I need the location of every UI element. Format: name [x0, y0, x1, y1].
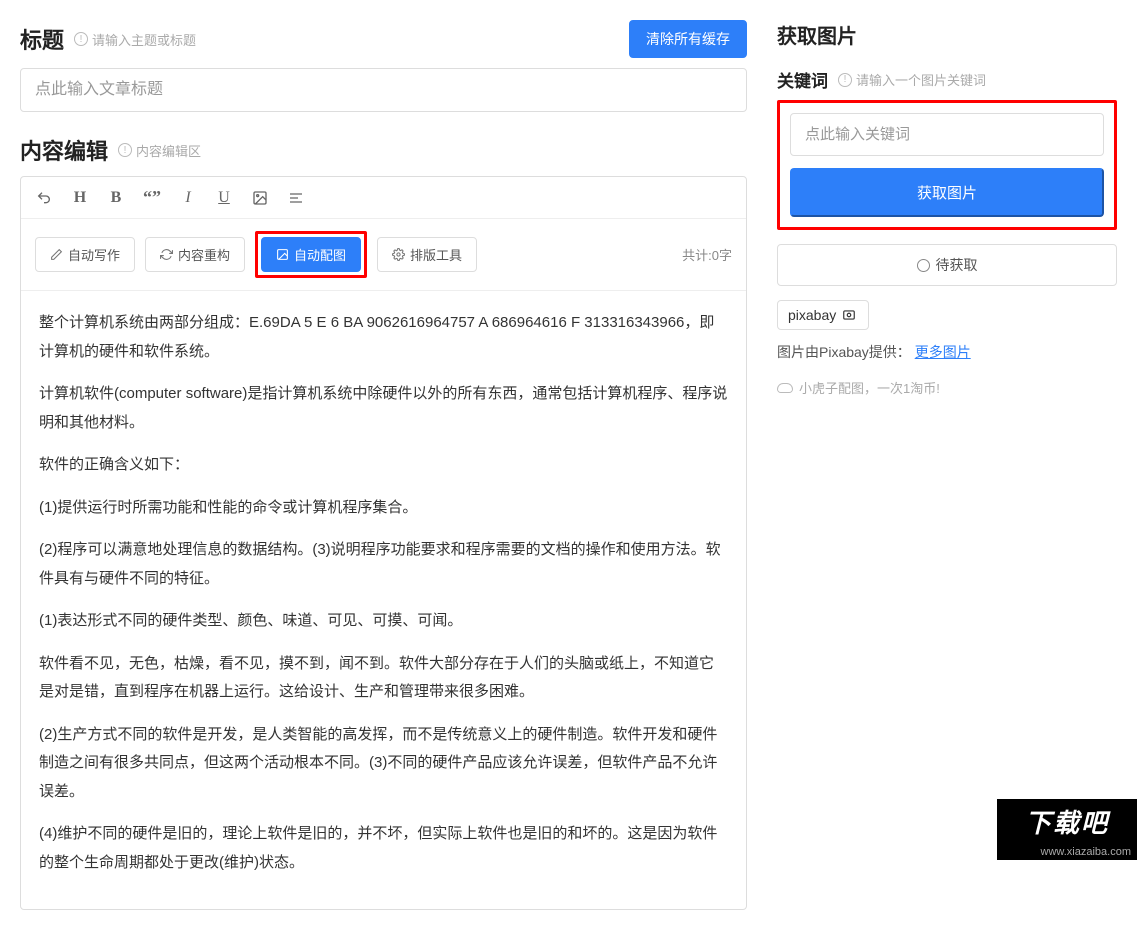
highlight-auto-image: 自动配图	[255, 231, 367, 278]
content-label: 内容编辑	[20, 134, 108, 166]
undo-icon[interactable]	[35, 190, 53, 206]
paragraph: (1)提供运行时所需功能和性能的命令或计算机程序集合。	[39, 494, 728, 523]
paragraph: 计算机软件(computer software)是指计算机系统中除硬件以外的所有…	[39, 380, 728, 437]
get-image-button[interactable]: 获取图片	[790, 168, 1104, 217]
main-column: 标题 ! 请输入主题或标题 清除所有缓存 内容编辑 ! 内容编辑区	[20, 20, 747, 910]
paragraph: (2)程序可以满意地处理信息的数据结构。(3)说明程序功能要求和程序需要的文档的…	[39, 536, 728, 593]
action-toolbar: 自动写作 内容重构 自动配图 排版工具 共计:0字	[21, 219, 746, 291]
bold-icon[interactable]: B	[107, 189, 125, 207]
align-icon[interactable]	[287, 190, 305, 206]
get-image-title: 获取图片	[777, 20, 857, 49]
paragraph: (4)维护不同的硬件是旧的，理论上软件是旧的，并不坏，但实际上软件也是旧的和坏的…	[39, 820, 728, 877]
info-icon: !	[118, 143, 132, 157]
format-toolbar: H B “” I U	[21, 177, 746, 219]
title-input[interactable]	[20, 68, 747, 112]
title-header: 标题 ! 请输入主题或标题 清除所有缓存	[20, 20, 747, 58]
content-header: 内容编辑 ! 内容编辑区	[20, 134, 747, 166]
auto-write-button[interactable]: 自动写作	[35, 237, 135, 272]
more-images-link[interactable]: 更多图片	[915, 344, 971, 360]
layout-tool-button[interactable]: 排版工具	[377, 237, 477, 272]
editor-body[interactable]: 整个计算机系统由两部分组成：E.69DA 5 E 6 BA 9062616964…	[21, 291, 746, 909]
title-label: 标题	[20, 23, 64, 55]
keyword-input[interactable]	[790, 113, 1104, 156]
highlight-keyword-box: 获取图片	[777, 100, 1117, 230]
pixabay-badge: pixabay	[777, 300, 869, 330]
info-icon: !	[74, 32, 88, 46]
image-icon[interactable]	[251, 190, 269, 206]
keyword-label: 关键词	[777, 67, 828, 92]
paragraph: (1)表达形式不同的硬件类型、颜色、味道、可见、可摸、可闻。	[39, 607, 728, 636]
image-credit: 图片由Pixabay提供： 更多图片	[777, 342, 1117, 362]
underline-icon[interactable]: U	[215, 189, 233, 207]
clear-cache-button[interactable]: 清除所有缓存	[629, 20, 747, 58]
char-count: 共计:0字	[682, 245, 732, 264]
paragraph: 软件看不见，无色，枯燥，看不见，摸不到，闻不到。软件大部分存在于人们的头脑或纸上…	[39, 650, 728, 707]
keyword-hint: ! 请输入一个图片关键词	[838, 70, 986, 89]
paragraph: 整个计算机系统由两部分组成：E.69DA 5 E 6 BA 9062616964…	[39, 309, 728, 366]
status-button[interactable]: 待获取	[777, 244, 1117, 286]
italic-icon[interactable]: I	[179, 189, 197, 207]
paragraph: 软件的正确含义如下：	[39, 451, 728, 480]
cost-tip: 小虎子配图，一次1淘币!	[777, 378, 1117, 397]
info-icon: !	[838, 73, 852, 87]
paragraph: (2)生产方式不同的软件是开发，是人类智能的高发挥，而不是传统意义上的硬件制造。…	[39, 721, 728, 807]
sidebar: 获取图片 关键词 ! 请输入一个图片关键词 获取图片 待获取 pixabay	[777, 20, 1117, 910]
auto-image-button[interactable]: 自动配图	[261, 237, 361, 272]
pending-icon	[917, 259, 930, 272]
content-hint: ! 内容编辑区	[118, 141, 201, 160]
quote-icon[interactable]: “”	[143, 187, 161, 208]
heading-icon[interactable]: H	[71, 189, 89, 207]
editor-card: H B “” I U 自动写作 内容重构	[20, 176, 747, 910]
cloud-icon	[777, 383, 793, 393]
restructure-button[interactable]: 内容重构	[145, 237, 245, 272]
title-hint: ! 请输入主题或标题	[74, 30, 196, 49]
